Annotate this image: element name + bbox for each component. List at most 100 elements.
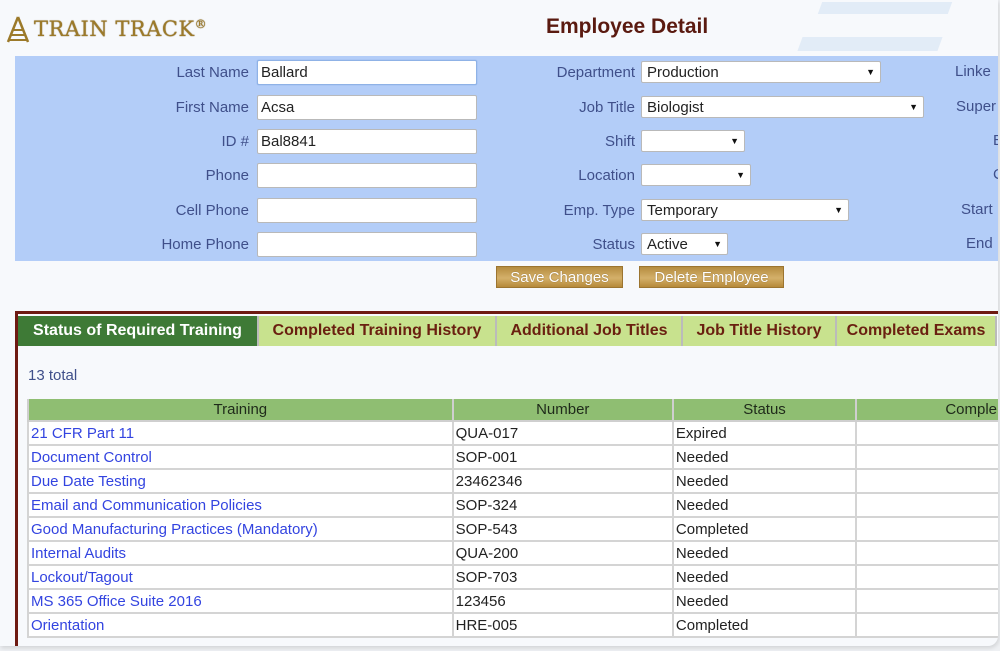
column-header-status[interactable]: Status (671, 399, 858, 422)
table-row: Good Manufacturing Practices (Mandatory)… (27, 516, 998, 542)
dropdown-arrow-icon: ▼ (736, 170, 745, 180)
training-link[interactable]: Lockout/Tagout (27, 564, 454, 590)
watermark-decoration (797, 37, 943, 51)
training-completed-date (855, 564, 998, 590)
employee-form: Last Name First Name ID # Phone Cell Pho… (15, 56, 998, 261)
training-completed-date (855, 444, 998, 470)
training-link[interactable]: 21 CFR Part 11 (27, 420, 454, 446)
department-value: Production (647, 63, 719, 81)
training-link[interactable]: MS 365 Office Suite 2016 (27, 588, 454, 614)
required-training-table: Training Number Status Comple 21 CFR Par… (27, 399, 998, 638)
phone-input[interactable] (257, 162, 477, 188)
training-status: Needed (671, 444, 858, 470)
home-phone-input[interactable] (257, 231, 477, 257)
training-number: 123456 (451, 588, 674, 614)
last-name-row: Last Name (15, 59, 477, 85)
column-header-completed[interactable]: Comple (855, 399, 998, 422)
tab-completed-exams[interactable]: Completed Exams (837, 316, 997, 346)
training-link[interactable]: Email and Communication Policies (27, 492, 454, 518)
dropdown-arrow-icon: ▼ (909, 102, 918, 112)
training-number: QUA-200 (451, 540, 674, 566)
training-status: Completed (671, 612, 858, 638)
table-row: Lockout/Tagout SOP-703 Needed (27, 564, 998, 590)
shift-select[interactable]: ▼ (641, 130, 745, 152)
status-select[interactable]: Active ▼ (641, 233, 728, 255)
department-select[interactable]: Production ▼ (641, 61, 881, 83)
training-link[interactable]: Document Control (27, 444, 454, 470)
shift-label: Shift (604, 132, 635, 150)
training-number: 23462346 (451, 468, 674, 494)
linked-label: Linke (955, 63, 991, 80)
training-number: SOP-001 (451, 444, 674, 470)
dropdown-arrow-icon: ▼ (713, 239, 722, 249)
last-name-label: Last Name (176, 63, 249, 81)
training-status: Needed (671, 564, 858, 590)
training-status: Needed (671, 492, 858, 518)
job-title-label: Job Title (579, 98, 635, 116)
watermark-decoration (817, 2, 953, 14)
training-link[interactable]: Due Date Testing (27, 468, 454, 494)
app-window: TRAIN TRACK® Employee Detail Last Name F… (0, 0, 998, 646)
emp-type-label: Emp. Type (563, 201, 635, 219)
page-title: Employee Detail (546, 15, 709, 38)
location-select[interactable]: ▼ (641, 164, 751, 186)
cell-phone-row: Cell Phone (15, 197, 477, 223)
first-name-input[interactable] (257, 94, 477, 120)
tab-status-of-required-training[interactable]: Status of Required Training (18, 316, 259, 346)
tab-job-title-history[interactable]: Job Title History (683, 316, 837, 346)
save-changes-button[interactable]: Save Changes (496, 266, 623, 288)
column-header-number[interactable]: Number (451, 399, 674, 422)
training-completed-date (855, 540, 998, 566)
start-label: Start (961, 201, 993, 218)
job-title-row: Job Title Biologist ▼ (485, 94, 924, 120)
status-label: Status (592, 235, 635, 253)
logo-text: TRAIN TRACK® (34, 17, 208, 41)
tab-bar: Status of Required Training Completed Tr… (18, 316, 997, 346)
training-total-count: 13 total (28, 367, 78, 384)
location-label: Location (578, 166, 635, 184)
table-row: Orientation HRE-005 Completed (27, 612, 998, 638)
training-status: Needed (671, 468, 858, 494)
training-completed-date (855, 468, 998, 494)
dropdown-arrow-icon: ▼ (730, 136, 739, 146)
department-label: Department (556, 63, 635, 81)
table-row: Due Date Testing 23462346 Needed (27, 468, 998, 494)
header: TRAIN TRACK® Employee Detail (0, 0, 998, 56)
table-row: Internal Audits QUA-200 Needed (27, 540, 998, 566)
training-status: Completed (671, 516, 858, 542)
home-phone-row: Home Phone (15, 231, 477, 257)
column-header-training[interactable]: Training (27, 399, 454, 422)
tab-additional-job-titles[interactable]: Additional Job Titles (497, 316, 683, 346)
training-number: SOP-543 (451, 516, 674, 542)
last-name-input[interactable] (257, 59, 477, 85)
training-completed-date (855, 516, 998, 542)
supervisor-label: Super (956, 98, 997, 115)
cell-phone-input[interactable] (257, 197, 477, 223)
emp-type-value: Temporary (647, 201, 718, 219)
status-row: Status Active ▼ (485, 231, 728, 257)
table-row: MS 365 Office Suite 2016 123456 Needed (27, 588, 998, 614)
training-link[interactable]: Internal Audits (27, 540, 454, 566)
training-number: SOP-324 (451, 492, 674, 518)
emp-type-select[interactable]: Temporary ▼ (641, 199, 849, 221)
training-completed-date (855, 420, 998, 446)
id-label: ID # (221, 132, 249, 150)
training-tabs-panel: Status of Required Training Completed Tr… (15, 311, 998, 646)
training-completed-date (855, 492, 998, 518)
training-status: Needed (671, 588, 858, 614)
dropdown-arrow-icon: ▼ (866, 67, 875, 77)
tab-completed-training-history[interactable]: Completed Training History (259, 316, 497, 346)
logo: TRAIN TRACK® (4, 14, 207, 44)
training-number: QUA-017 (451, 420, 674, 446)
delete-employee-button[interactable]: Delete Employee (639, 266, 784, 288)
shift-row: Shift ▼ (485, 128, 745, 154)
job-title-value: Biologist (647, 98, 704, 116)
status-value: Active (647, 235, 688, 253)
clipped-label-c: C (993, 166, 998, 183)
id-input[interactable] (257, 128, 477, 154)
job-title-select[interactable]: Biologist ▼ (641, 96, 924, 118)
training-link[interactable]: Good Manufacturing Practices (Mandatory) (27, 516, 454, 542)
end-label: End (966, 235, 993, 252)
location-row: Location ▼ (485, 162, 751, 188)
training-link[interactable]: Orientation (27, 612, 454, 638)
